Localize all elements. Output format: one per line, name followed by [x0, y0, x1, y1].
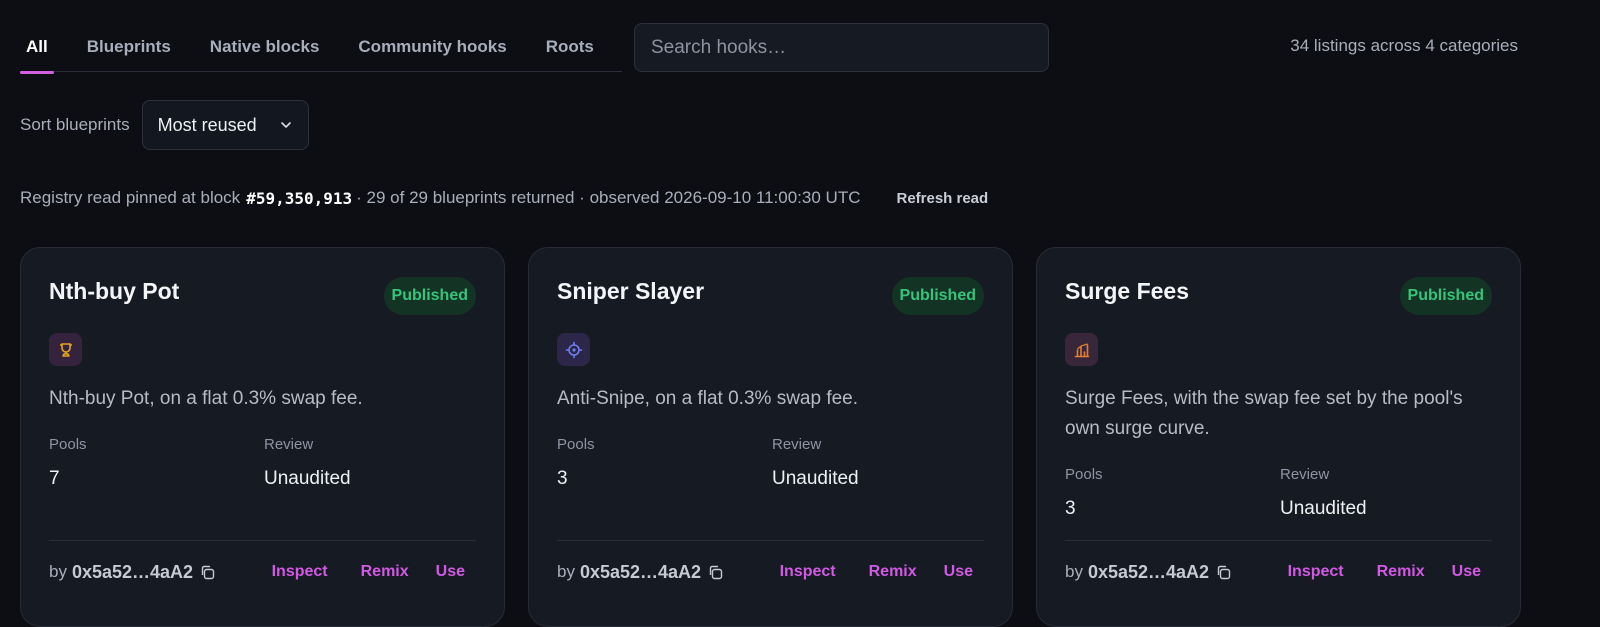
- status-badge: Published: [1399, 277, 1492, 315]
- sort-selected-value: Most reused: [157, 114, 257, 135]
- card-title: Sniper Slayer: [557, 278, 705, 304]
- crosshair-icon: [557, 333, 590, 366]
- tab-all[interactable]: All: [20, 22, 54, 74]
- card-title: Surge Fees: [1065, 278, 1189, 304]
- tab-label: Native blocks: [209, 36, 320, 56]
- author-address: 0x5a52…4aA2: [71, 561, 194, 582]
- category-tabs: All Blueprints Native blocks Community h…: [20, 22, 622, 74]
- blueprint-card[interactable]: Sniper Slayer Published Anti-Snipe, on a…: [528, 247, 1013, 627]
- listing-count: 34 listings across 4 categories: [1290, 36, 1518, 55]
- copy-icon[interactable]: [707, 564, 724, 581]
- tab-label: Community hooks: [358, 36, 507, 56]
- card-description: Anti-Snipe, on a flat 0.3% swap fee.: [557, 388, 859, 409]
- review-value: Unaudited: [1280, 498, 1367, 519]
- pools-value: 7: [49, 468, 60, 489]
- pools-label: Pools: [49, 436, 87, 453]
- top-bar: All Blueprints Native blocks Community h…: [0, 0, 1600, 80]
- blueprint-card[interactable]: Nth-buy Pot Published Nth-buy Pot, on a …: [20, 247, 505, 627]
- card-actions: Inspect Remix Use: [1288, 563, 1492, 581]
- sort-row: Sort blueprints Most reused: [20, 100, 309, 150]
- inspect-button[interactable]: Inspect: [1288, 563, 1344, 581]
- tab-roots[interactable]: Roots: [546, 22, 594, 72]
- card-description: Nth-buy Pot, on a flat 0.3% swap fee.: [49, 388, 363, 409]
- block-number: #59,350,913: [246, 188, 353, 208]
- trophy-cup-icon: [49, 333, 82, 366]
- card-footer: by 0x5a52…4aA2 Inspect Remix Use: [49, 558, 476, 586]
- status-badge: Published: [891, 277, 984, 315]
- review-label: Review: [264, 436, 314, 453]
- remix-button[interactable]: Remix: [361, 563, 409, 581]
- tab-label: Roots: [545, 36, 594, 56]
- by-label: by: [49, 562, 67, 581]
- review-label: Review: [1280, 466, 1330, 483]
- tab-label: Blueprints: [86, 36, 171, 56]
- inspect-button[interactable]: Inspect: [780, 563, 836, 581]
- author-address: 0x5a52…4aA2: [1087, 561, 1210, 582]
- card-actions: Inspect Remix Use: [272, 563, 476, 581]
- tab-native-blocks[interactable]: Native blocks: [210, 22, 320, 72]
- search-input[interactable]: [634, 23, 1049, 72]
- tab-blueprints[interactable]: Blueprints: [87, 22, 171, 72]
- pools-label: Pools: [1065, 466, 1103, 483]
- registry-prefix: Registry read pinned at block: [20, 188, 241, 207]
- card-footer: by 0x5a52…4aA2 Inspect Remix Use: [557, 558, 984, 586]
- by-label: by: [557, 562, 575, 581]
- registry-suffix: · 29 of 29 blueprints returned · observe…: [356, 188, 861, 207]
- copy-icon[interactable]: [1215, 564, 1232, 581]
- remix-button[interactable]: Remix: [869, 563, 917, 581]
- by-label: by: [1065, 562, 1083, 581]
- card-meta: Pools 3 Review Unaudited: [557, 436, 987, 490]
- card-title: Nth-buy Pot: [49, 278, 180, 304]
- author-address: 0x5a52…4aA2: [579, 561, 702, 582]
- review-label: Review: [772, 436, 822, 453]
- inspect-button[interactable]: Inspect: [272, 563, 328, 581]
- divider: [557, 540, 984, 541]
- registry-status: Registry read pinned at block #59,350,91…: [20, 186, 988, 210]
- review-value: Unaudited: [264, 468, 351, 489]
- refresh-read-button[interactable]: Refresh read: [896, 190, 988, 207]
- sort-label: Sort blueprints: [20, 115, 130, 134]
- pools-value: 3: [1065, 498, 1076, 519]
- card-meta: Pools 3 Review Unaudited: [1065, 466, 1495, 520]
- pools-label: Pools: [557, 436, 595, 453]
- copy-icon[interactable]: [199, 564, 216, 581]
- card-description: Surge Fees, with the swap fee set by the…: [1065, 388, 1463, 439]
- use-button[interactable]: Use: [1452, 563, 1481, 581]
- blueprint-card[interactable]: Surge Fees Published Surge Fees, with th…: [1036, 247, 1521, 627]
- chevron-down-icon: [280, 122, 291, 128]
- use-button[interactable]: Use: [436, 563, 465, 581]
- card-actions: Inspect Remix Use: [780, 563, 984, 581]
- bar-chart-icon: [1065, 333, 1098, 366]
- review-value: Unaudited: [772, 468, 859, 489]
- remix-button[interactable]: Remix: [1377, 563, 1425, 581]
- card-footer: by 0x5a52…4aA2 Inspect Remix Use: [1065, 558, 1492, 586]
- use-button[interactable]: Use: [944, 563, 973, 581]
- divider: [1065, 540, 1492, 541]
- tab-label: All: [26, 36, 48, 56]
- divider: [49, 540, 476, 541]
- tab-community-hooks[interactable]: Community hooks: [358, 22, 506, 72]
- status-badge: Published: [383, 277, 476, 315]
- sort-dropdown[interactable]: Most reused: [141, 100, 309, 150]
- pools-value: 3: [557, 468, 568, 489]
- card-meta: Pools 7 Review Unaudited: [49, 436, 479, 490]
- blueprint-cards: Nth-buy Pot Published Nth-buy Pot, on a …: [20, 247, 1521, 627]
